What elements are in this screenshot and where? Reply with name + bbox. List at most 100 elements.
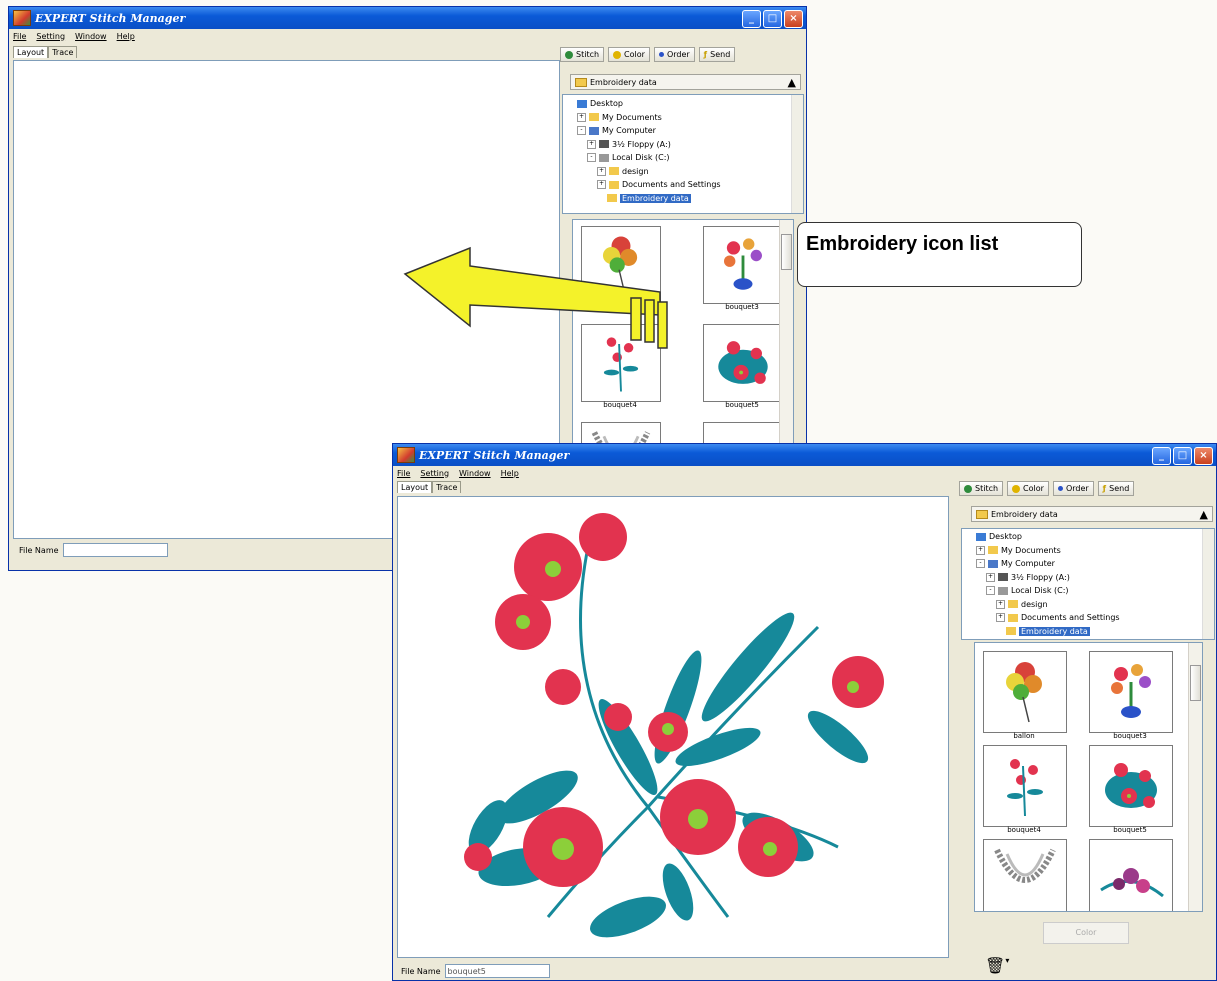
tree-node[interactable]: + Documents and Settings <box>563 178 803 192</box>
embroidery-icon-list[interactable]: ballon bouquet3 bouquet4 bouquet5 <box>974 642 1203 912</box>
tree-node[interactable]: - My Computer <box>563 124 803 138</box>
tree-node[interactable]: Embroidery data <box>563 192 803 206</box>
menu-help[interactable]: Help <box>501 469 519 478</box>
close-button[interactable]: × <box>784 10 803 28</box>
tree-node[interactable]: Desktop <box>962 530 1214 544</box>
minimize-button[interactable]: _ <box>742 10 761 28</box>
floppy-icon <box>998 573 1008 581</box>
thumbnail-image <box>581 324 661 402</box>
thumbnail-label: bouquet3 <box>1113 732 1147 740</box>
tree-node[interactable]: + Documents and Settings <box>962 611 1214 625</box>
file-name-field[interactable] <box>62 543 168 557</box>
stitch-button[interactable]: Stitch <box>560 47 605 62</box>
expand-icon[interactable]: + <box>996 613 1005 622</box>
tab-layout[interactable]: Layout <box>397 481 433 493</box>
expand-icon[interactable]: + <box>986 572 995 582</box>
thumbnail-image <box>1089 651 1173 733</box>
layout-canvas[interactable] <box>397 496 949 958</box>
embroidery-thumbnail[interactable] <box>581 226 661 314</box>
embroidery-thumbnail[interactable] <box>983 839 1067 911</box>
embroidery-thumbnail[interactable] <box>1089 839 1173 911</box>
expand-icon[interactable]: + <box>996 599 1005 609</box>
tree-scrollbar[interactable] <box>791 95 803 213</box>
order-button[interactable]: Order <box>1052 481 1094 496</box>
tab-trace[interactable]: Trace <box>48 46 78 58</box>
tree-node[interactable]: Desktop <box>563 97 803 111</box>
icon-list-callout: Embroidery icon list <box>797 222 1082 287</box>
list-color-button[interactable]: Color <box>1043 922 1129 944</box>
order-button[interactable]: Order <box>653 47 695 62</box>
embroidery-thumbnail[interactable]: bouquet5 <box>703 324 783 412</box>
desktop-icon <box>577 99 587 108</box>
thumbnail-label: bouquet4 <box>603 401 637 409</box>
embroidery-thumbnail[interactable]: bouquet5 <box>1089 745 1173 837</box>
tab-trace[interactable]: Trace <box>432 481 462 493</box>
embroidery-thumbnail[interactable]: bouquet4 <box>983 745 1067 837</box>
expand-icon[interactable]: + <box>597 166 606 176</box>
expand-icon[interactable]: + <box>597 180 606 189</box>
folder-path-bar[interactable]: Embroidery data ▲ <box>971 506 1213 522</box>
tree-node-label: Local Disk (C:) <box>1011 586 1069 595</box>
disk-icon <box>998 586 1008 595</box>
menu-setting[interactable]: Setting <box>36 32 65 41</box>
tree-node[interactable]: - Local Disk (C:) <box>563 151 803 165</box>
tree-node[interactable]: + My Documents <box>563 111 803 125</box>
color-button[interactable]: Color <box>608 47 650 62</box>
tree-node[interactable]: + My Documents <box>962 544 1214 558</box>
tree-node[interactable]: - Local Disk (C:) <box>962 584 1214 598</box>
expand-icon[interactable]: + <box>577 112 586 122</box>
tree-node-label: design <box>1021 599 1048 609</box>
collapse-icon[interactable]: - <box>986 586 995 595</box>
folder-tree[interactable]: Desktop + My Documents - My Computer +3½ Flop… <box>961 528 1215 640</box>
maximize-button[interactable]: □ <box>763 10 782 28</box>
expand-icon[interactable]: + <box>976 545 985 555</box>
collapse-icon[interactable]: - <box>577 126 586 135</box>
desktop-icon <box>976 532 986 541</box>
menu-window[interactable]: Window <box>459 469 491 478</box>
folder-up-icon[interactable]: ▲ <box>1200 508 1208 521</box>
embroidery-thumbnail[interactable]: ballon <box>983 651 1067 743</box>
menu-file[interactable]: File <box>13 32 26 41</box>
color-button[interactable]: Color <box>1007 481 1049 496</box>
tree-node-label: Local Disk (C:) <box>612 153 670 162</box>
tree-node[interactable]: Embroidery data <box>962 625 1214 639</box>
computer-icon <box>589 126 599 135</box>
embroidery-thumbnail[interactable]: bouquet4 <box>581 324 661 412</box>
collapse-icon[interactable]: - <box>976 559 985 568</box>
menu-help[interactable]: Help <box>117 32 135 41</box>
tree-node[interactable]: +3½ Floppy (A:) <box>563 138 803 152</box>
folder-icon <box>1008 613 1018 622</box>
title-bar[interactable]: EXPERT Stitch Manager _ □ × <box>9 7 806 29</box>
menu-file[interactable]: File <box>397 469 410 478</box>
trash-icon[interactable]: 🗑▾ <box>985 956 1009 975</box>
embroidery-thumbnail[interactable]: bouquet3 <box>1089 651 1173 743</box>
send-button[interactable]: ƒ Send <box>698 47 736 62</box>
menu-window[interactable]: Window <box>75 32 107 41</box>
embroidery-thumbnail[interactable]: bouquet3 <box>703 226 783 314</box>
folder-path-label: Embroidery data <box>590 77 657 87</box>
tab-layout[interactable]: Layout <box>13 46 49 58</box>
tree-node[interactable]: + design <box>563 165 803 179</box>
send-button[interactable]: ƒ Send <box>1097 481 1135 496</box>
title-bar[interactable]: EXPERT Stitch Manager _ □ × <box>393 444 1216 466</box>
expand-icon[interactable]: + <box>587 139 596 149</box>
tree-scrollbar[interactable] <box>1202 529 1214 639</box>
close-button[interactable]: × <box>1194 447 1213 465</box>
maximize-button[interactable]: □ <box>1173 447 1192 465</box>
file-name-field[interactable]: bouquet5 <box>444 964 550 978</box>
tree-node[interactable]: + design <box>962 598 1214 612</box>
tree-node[interactable]: +3½ Floppy (A:) <box>962 571 1214 585</box>
folder-path-bar[interactable]: Embroidery data ▲ <box>570 74 801 90</box>
tree-node[interactable]: - My Computer <box>962 557 1214 571</box>
folder-up-icon[interactable]: ▲ <box>788 76 796 89</box>
folder-tree[interactable]: Desktop + My Documents - My Computer +3½ Flop… <box>562 94 804 214</box>
window-title: EXPERT Stitch Manager <box>35 11 186 25</box>
thumbnail-image <box>983 745 1067 827</box>
minimize-button[interactable]: _ <box>1152 447 1171 465</box>
thumbnail-image <box>703 324 783 402</box>
collapse-icon[interactable]: - <box>587 153 596 162</box>
icon-list-scrollbar[interactable] <box>1188 643 1202 911</box>
menu-setting[interactable]: Setting <box>420 469 449 478</box>
tree-node-label: My Computer <box>1001 559 1055 568</box>
stitch-button[interactable]: Stitch <box>959 481 1004 496</box>
